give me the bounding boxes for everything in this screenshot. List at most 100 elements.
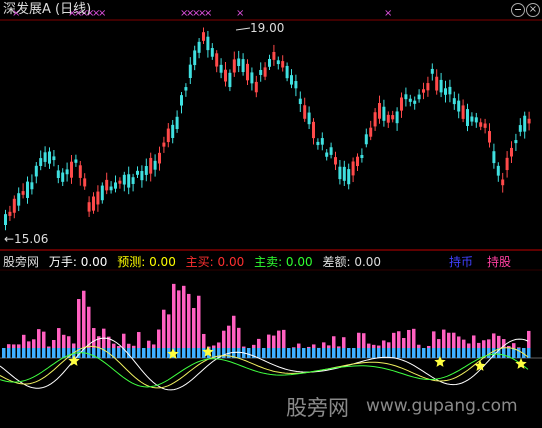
volume-bar-blue <box>447 348 451 358</box>
candle-body <box>175 116 179 130</box>
candle-body <box>188 64 192 79</box>
volume-bar-blue <box>272 348 276 358</box>
candle-body <box>118 180 122 184</box>
volume-bar-pink <box>87 306 91 348</box>
volume-bar-pink <box>517 347 521 348</box>
candle-body <box>435 76 439 91</box>
minimize-button[interactable] <box>511 3 525 17</box>
candle-body <box>404 94 408 100</box>
candle-body <box>426 83 430 91</box>
candle-body <box>325 152 329 157</box>
volume-bar-pink <box>132 345 136 348</box>
candle-body <box>342 166 346 181</box>
volume-bar-blue <box>292 348 296 358</box>
candle-body <box>149 157 153 174</box>
candle-body <box>444 88 447 95</box>
volume-bar-pink <box>62 334 66 348</box>
volume-bar-blue <box>307 348 311 358</box>
candle-body <box>483 123 487 128</box>
candle-body <box>272 51 276 60</box>
volume-bar-blue <box>452 348 456 358</box>
candle-body <box>263 67 267 77</box>
volume-bar-pink <box>112 343 116 348</box>
indicator-legend: 股旁网 万手: 0.00 预测: 0.00 主买: 0.00 主卖: 0.00 … <box>3 255 381 269</box>
volume-bar-pink <box>197 295 201 348</box>
candle-body <box>373 112 377 127</box>
volume-bar-pink <box>392 332 396 348</box>
candle-body <box>523 115 527 132</box>
candle-body <box>87 202 91 212</box>
volume-bar-blue <box>382 348 386 358</box>
volume-bar-blue <box>237 348 241 358</box>
candle-body <box>96 191 100 205</box>
volume-bar-pink <box>327 345 331 348</box>
volume-bar-blue <box>317 348 321 358</box>
candle-body <box>400 97 403 111</box>
volume-bar-blue <box>422 348 426 358</box>
candle-body <box>109 186 113 191</box>
candle-body <box>153 160 157 170</box>
volume-bar-blue <box>7 348 11 358</box>
candle-body <box>180 95 183 106</box>
volume-bar-pink <box>7 344 11 348</box>
volume-bar-blue <box>367 348 371 358</box>
volume-bar-pink <box>67 336 71 348</box>
candle-body <box>92 196 95 211</box>
volume-bar-pink <box>462 339 466 348</box>
volume-bar-pink <box>432 331 436 348</box>
volume-bar-pink <box>377 345 381 348</box>
volume-bar-blue <box>467 348 471 358</box>
volume-bar-blue <box>332 348 336 358</box>
volume-bar-blue <box>87 348 91 358</box>
candle-body <box>470 116 474 122</box>
header-marker-12: × <box>236 8 244 19</box>
indicator-name: 股旁网 <box>3 255 40 269</box>
candle-body <box>78 165 82 178</box>
volume-bar-blue <box>322 348 326 358</box>
volume-bar-pink <box>362 333 366 348</box>
volume-bar-blue <box>147 348 151 358</box>
close-icon: × <box>528 4 538 15</box>
candle-body <box>197 41 201 53</box>
volume-bar-pink <box>437 339 441 348</box>
volume-bar-pink <box>217 342 221 348</box>
volume-bar-pink <box>487 339 491 348</box>
volume-bar-blue <box>477 348 481 358</box>
close-button[interactable]: × <box>526 3 540 17</box>
volume-bar-pink <box>312 344 316 348</box>
candle-body <box>422 89 425 93</box>
volume-bar-pink <box>152 344 156 348</box>
volume-bar-pink <box>452 332 456 348</box>
candle-body <box>131 177 135 184</box>
volume-bar-blue <box>407 348 411 358</box>
candle-body <box>474 117 478 123</box>
candle-body <box>386 114 390 123</box>
watermark-url: www.gupang.com <box>366 396 518 416</box>
candle-body <box>136 170 139 175</box>
volume-bar-blue <box>352 348 356 358</box>
volume-bar-pink <box>17 344 21 348</box>
volume-bar-pink <box>52 339 56 348</box>
candle-body <box>281 61 285 68</box>
candle-body <box>413 100 417 104</box>
volume-bar-pink <box>417 344 421 348</box>
volume-bar-blue <box>442 348 446 358</box>
volume-bar-pink <box>147 340 151 348</box>
volume-bar-blue <box>337 348 341 358</box>
candle-body <box>34 165 38 177</box>
volume-bar-pink <box>482 340 486 348</box>
volume-bar-pink <box>527 330 531 348</box>
candle-body <box>303 105 307 119</box>
volume-bar-pink <box>412 328 416 348</box>
indicator-yuce: 预测: 0.00 <box>117 255 176 269</box>
volume-bar-blue <box>342 348 346 358</box>
volume-bar-pink <box>267 334 271 348</box>
volume-bar-blue <box>162 348 166 358</box>
volume-bar-pink <box>212 345 216 348</box>
candle-body <box>184 87 188 91</box>
volume-bar-blue <box>472 348 476 358</box>
candle-body <box>514 140 518 144</box>
candle-body <box>320 138 324 145</box>
candle-body <box>298 98 302 105</box>
volume-bar-pink <box>242 346 246 348</box>
